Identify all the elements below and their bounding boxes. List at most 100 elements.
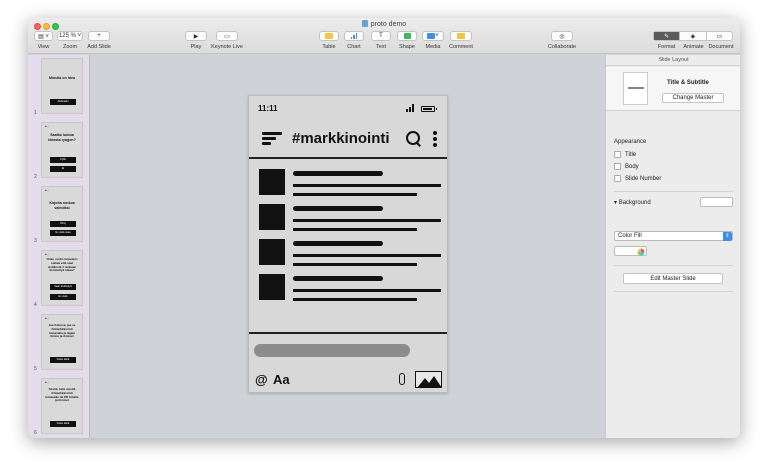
format-tab[interactable]: ✎ [654,32,681,40]
slide-thumbnail-3[interactable]: ■ ─ Kirjoita runkoa valmiiksi Tehty En v… [41,186,83,242]
chart-button[interactable] [344,31,364,41]
body-checkbox[interactable] [614,163,621,170]
layout-name: Title & Subtitle [667,80,709,86]
shape-button[interactable] [397,31,417,41]
divider [614,265,733,266]
keynote-window: proto demo ▤ ˅ View 125 % ˅ Zoom + Add S… [28,18,740,438]
play-label: Play [190,44,202,50]
composer-divider [249,332,447,334]
title-checkbox[interactable] [614,151,621,158]
name-placeholder [293,171,383,176]
title-option[interactable]: Title [614,151,636,158]
name-placeholder [293,276,383,281]
format-inspector: Slide Layout Title & Subtitle Change Mas… [605,55,740,438]
plus-icon: + [97,33,101,39]
avatar-placeholder [259,204,285,230]
text-line-placeholder [293,184,441,187]
text-line-placeholder [293,228,417,231]
edit-master-slide-button[interactable]: Edit Master Slide [623,273,723,284]
fill-color-well[interactable] [614,246,647,256]
more-options-icon [433,131,437,147]
name-placeholder [293,206,383,211]
header-divider [249,157,447,159]
divider [614,291,733,292]
slide-thumbnail-4[interactable]: ■ ─ Onko runko tarpeeksi selkeä että saa… [41,250,83,306]
name-placeholder [293,241,383,246]
appearance-title: Appearance [614,139,647,145]
mountain-icon [417,376,441,387]
phone-mockup[interactable]: 11:11 #markkinointi @ Aa [248,95,448,393]
paintbrush-icon: ✎ [664,33,670,40]
channel-title: #markkinointi [292,130,390,147]
zoom-label: Zoom [62,44,78,50]
message-item [259,169,441,197]
message-input-placeholder [254,344,410,357]
inspector-segmented-control: ✎ ◈ ▭ [653,31,733,41]
slide-thumbnail-6[interactable]: ■ ─ Siistiä, laita viestiä ##markkinoint… [41,378,83,434]
keynote-live-button[interactable]: ▭ [216,31,238,41]
status-time: 11:11 [258,104,278,113]
text-line-placeholder [293,289,441,292]
media-button[interactable]: ˅ [422,31,444,41]
animate-tab[interactable]: ◈ [680,32,707,40]
body-option[interactable]: Body [614,163,639,170]
slide-number-checkbox[interactable] [614,175,621,182]
text-line-placeholder [293,219,441,222]
battery-icon [421,106,437,112]
shape-icon [403,33,411,39]
add-slide-button[interactable]: + [88,31,110,41]
slide-canvas[interactable]: 11:11 #markkinointi @ Aa [91,55,605,438]
chart-label: Chart [347,44,361,50]
chevron-updown-icon: ⇕ [723,232,732,241]
format-label: Format [657,44,676,50]
text-button[interactable]: T [371,31,391,41]
comment-button[interactable] [450,31,472,41]
slide-thumbnail-5[interactable]: ■ ─ Jee! Hienoa, jaa se ##markkinointi k… [41,314,83,370]
document-label: Document [708,44,734,50]
search-icon [406,131,421,146]
collaborate-label: Collaborate [547,44,577,50]
text-format-icon: Aa [273,372,290,387]
comment-label: Comment [449,44,473,50]
table-icon [325,33,333,39]
text-line-placeholder [293,298,417,301]
message-item [259,274,441,302]
inspector-header: Slide Layout [606,55,740,66]
image-icon [415,371,442,388]
document-icon: ▭ [716,33,723,40]
color-wheel-icon [637,248,645,255]
message-item [259,204,441,232]
background-title[interactable]: ▾ Background [614,199,651,206]
collaborate-button[interactable]: ◎ [551,31,573,41]
chevron-down-icon: ˅ [435,33,439,39]
window-title: proto demo [28,20,740,28]
view-button[interactable]: ▤ ˅ [34,31,53,41]
change-master-button[interactable]: Change Master [662,93,724,103]
animate-label: Animate [683,44,704,50]
text-line-placeholder [293,254,441,257]
media-label: Media [425,44,441,50]
chevron-down-icon: ˅ [75,33,82,39]
chart-icon [350,33,358,39]
layout-thumbnail[interactable] [623,72,648,105]
play-button[interactable]: ▶ [185,31,207,41]
document-icon [361,20,368,27]
media-icon [427,33,436,39]
view-label: View [37,44,50,50]
paperclip-icon [399,373,405,385]
slide-number-option[interactable]: Slide Number [614,175,661,182]
document-tab[interactable]: ▭ [707,32,732,40]
keynote-live-label: Keynote Live [211,44,243,50]
avatar-placeholder [259,274,285,300]
slide-thumbnail-2[interactable]: ■ ─ Saatko luotua ideasta ryagon? Kyllä … [41,122,83,178]
slide-thumbnail-1[interactable]: Minulla on idea Aloitetaan [41,58,83,114]
fill-type-select[interactable]: Color Fill ⇕ [614,231,733,241]
signal-icon [406,104,414,112]
text-line-placeholder [293,263,417,266]
background-color-well[interactable] [700,197,733,207]
comment-icon [457,33,465,39]
slide-layout-section: Title & Subtitle Change Master [606,67,740,111]
table-button[interactable] [319,31,339,41]
text-label: Text [375,44,387,50]
zoom-select[interactable]: 125 % ˅ [57,31,83,41]
